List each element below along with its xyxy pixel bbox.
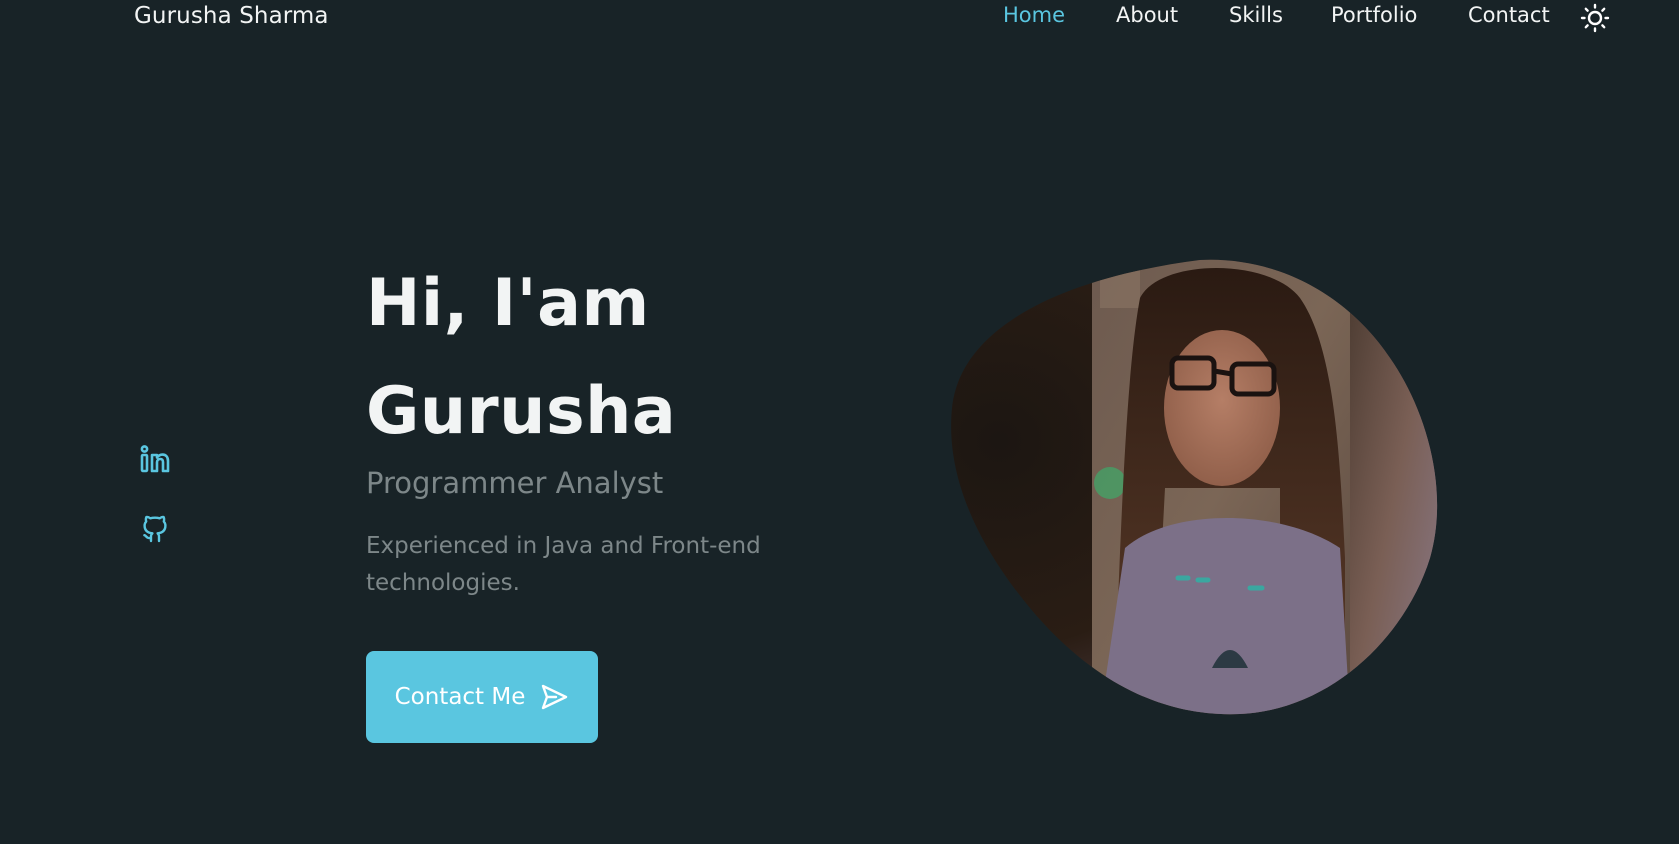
- hero-greeting: Hi, I'am: [366, 266, 650, 341]
- profile-photo: [951, 259, 1438, 715]
- contact-me-label: Contact Me: [394, 684, 526, 710]
- send-icon: [542, 684, 568, 710]
- hero-subtitle: Programmer Analyst: [366, 466, 664, 500]
- nav-portfolio[interactable]: Portfolio: [1331, 3, 1417, 33]
- nav-home[interactable]: Home: [1003, 3, 1065, 33]
- linkedin-link[interactable]: [139, 443, 171, 475]
- nav-skills[interactable]: Skills: [1229, 3, 1283, 33]
- linkedin-icon: [140, 445, 170, 473]
- hero-description: Experienced in Java and Front-end techno…: [366, 533, 761, 596]
- github-link[interactable]: [139, 512, 171, 544]
- hero-title: Hi, I'am Gurusha: [366, 250, 926, 466]
- nav-contact[interactable]: Contact: [1468, 3, 1550, 33]
- nav-about[interactable]: About: [1116, 3, 1178, 33]
- github-icon: [143, 515, 167, 543]
- hero-name: Gurusha: [366, 374, 677, 449]
- brand-logo[interactable]: Gurusha Sharma: [134, 3, 329, 29]
- site-header: Gurusha Sharma Home About Skills Portfol…: [0, 0, 1679, 36]
- sun-icon: [1580, 3, 1610, 33]
- theme-toggle-button[interactable]: [1580, 3, 1610, 33]
- contact-me-button[interactable]: Contact Me: [366, 651, 598, 743]
